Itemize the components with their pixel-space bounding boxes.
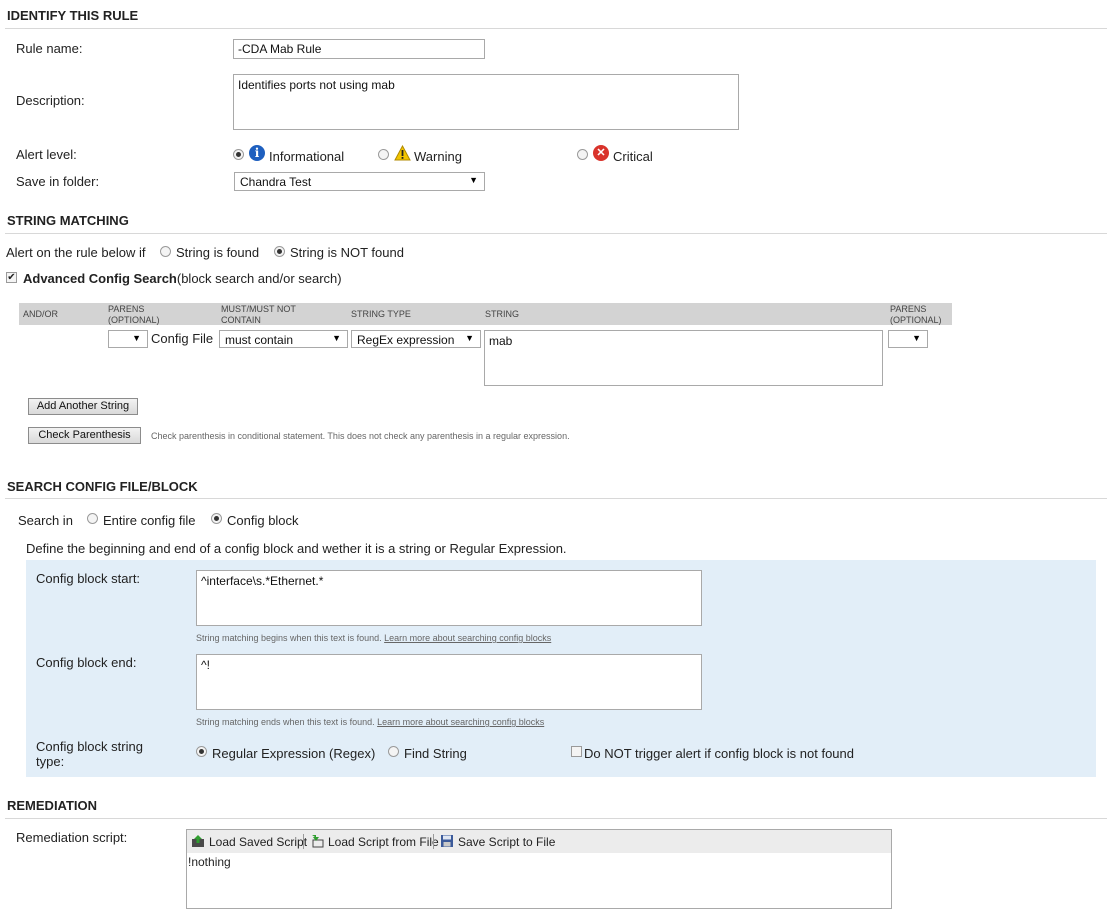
save-script-to-file-button[interactable]: Save Script to File bbox=[458, 835, 555, 849]
divider bbox=[5, 28, 1107, 29]
must-contain-select[interactable]: must contain ▼ bbox=[219, 330, 348, 348]
chevron-down-icon: ▼ bbox=[465, 333, 474, 343]
load-saved-script-button[interactable]: Load Saved Script bbox=[209, 835, 307, 849]
remediation-script-label: Remediation script: bbox=[16, 830, 128, 845]
alert-informational-label: Informational bbox=[269, 149, 345, 164]
toolbar-separator bbox=[303, 834, 304, 849]
chevron-down-icon: ▼ bbox=[332, 333, 341, 343]
alert-level-label: Alert level: bbox=[16, 147, 77, 162]
block-start-label: Config block start: bbox=[36, 571, 141, 586]
alert-warning-label: Warning bbox=[414, 149, 462, 164]
block-type-label-line1: Config block string bbox=[36, 739, 143, 754]
alert-condition-label: Alert on the rule below if bbox=[6, 245, 146, 260]
load-script-from-file-button[interactable]: Load Script from File bbox=[328, 835, 439, 849]
block-start-textarea[interactable]: ^interface\s.*Ethernet.* bbox=[196, 570, 702, 626]
rule-name-label: Rule name: bbox=[16, 41, 83, 56]
check-parenthesis-button[interactable]: Check Parenthesis bbox=[28, 427, 141, 444]
block-end-label: Config block end: bbox=[36, 655, 137, 670]
no-trigger-checkbox[interactable] bbox=[571, 746, 582, 757]
string-found-label: String is found bbox=[176, 245, 260, 260]
entire-config-radio[interactable] bbox=[87, 513, 98, 524]
block-start-hint: String matching begins when this text is… bbox=[196, 633, 552, 643]
info-icon: i bbox=[249, 145, 265, 161]
chevron-down-icon: ▼ bbox=[912, 333, 921, 343]
string-not-found-label: String is NOT found bbox=[290, 245, 404, 260]
remediation-editor: Load Saved Script Load Script from File … bbox=[186, 829, 892, 909]
find-string-label: Find String bbox=[404, 746, 467, 761]
description-label: Description: bbox=[16, 93, 85, 108]
alert-critical-radio[interactable] bbox=[577, 149, 588, 160]
alert-warning-radio[interactable] bbox=[378, 149, 389, 160]
toolbar-separator bbox=[433, 834, 434, 849]
config-block-label: Config block bbox=[227, 513, 299, 528]
add-another-string-button[interactable]: Add Another String bbox=[28, 398, 138, 415]
find-string-radio[interactable] bbox=[388, 746, 399, 757]
folder-label: Save in folder: bbox=[16, 174, 100, 189]
alert-informational-radio[interactable] bbox=[233, 149, 244, 160]
col-must: MUST/MUST NOT CONTAIN bbox=[221, 304, 296, 325]
block-end-hint: String matching ends when this text is f… bbox=[196, 717, 545, 727]
chevron-down-icon: ▼ bbox=[132, 333, 141, 343]
section-header-identify: IDENTIFY THIS RULE bbox=[7, 8, 139, 23]
string-type-value: RegEx expression bbox=[357, 333, 455, 347]
string-type-select[interactable]: RegEx expression ▼ bbox=[351, 330, 481, 348]
search-in-label: Search in bbox=[18, 513, 73, 528]
learn-more-link[interactable]: Learn more about searching config blocks bbox=[377, 717, 544, 727]
remediation-script-textarea[interactable]: !nothing bbox=[188, 855, 231, 869]
string-not-found-radio[interactable] bbox=[274, 246, 285, 257]
col-string-type: STRING TYPE bbox=[351, 309, 411, 319]
advanced-search-label: Advanced Config Search(block search and/… bbox=[23, 271, 342, 286]
string-found-radio[interactable] bbox=[160, 246, 171, 257]
check-parenthesis-note: Check parenthesis in conditional stateme… bbox=[151, 431, 570, 441]
define-block-text: Define the beginning and end of a config… bbox=[26, 541, 567, 556]
col-parens-close: PARENS (OPTIONAL) bbox=[890, 304, 942, 325]
regex-label: Regular Expression (Regex) bbox=[212, 746, 376, 761]
section-header-search-block: SEARCH CONFIG FILE/BLOCK bbox=[7, 479, 198, 494]
chevron-down-icon: ▼ bbox=[469, 175, 478, 185]
folder-select[interactable]: Chandra Test ▼ bbox=[234, 172, 485, 191]
rule-name-input[interactable]: -CDA Mab Rule bbox=[233, 39, 485, 59]
string-textarea[interactable]: mab bbox=[484, 330, 883, 386]
load-file-icon bbox=[312, 835, 324, 848]
divider bbox=[5, 498, 1107, 499]
parens-open-select[interactable]: ▼ bbox=[108, 330, 148, 348]
col-parens-open: PARENS (OPTIONAL) bbox=[108, 304, 160, 325]
alert-critical-label: Critical bbox=[613, 149, 653, 164]
must-contain-value: must contain bbox=[225, 333, 294, 347]
section-header-string-matching: STRING MATCHING bbox=[7, 213, 129, 228]
warning-icon bbox=[394, 145, 411, 161]
no-trigger-label: Do NOT trigger alert if config block is … bbox=[584, 746, 854, 761]
load-saved-icon bbox=[192, 835, 204, 847]
description-textarea[interactable]: Identifies ports not using mab bbox=[233, 74, 739, 130]
regex-radio[interactable] bbox=[196, 746, 207, 757]
config-file-label: Config File bbox=[151, 331, 214, 346]
entire-config-label: Entire config file bbox=[103, 513, 196, 528]
block-type-label-line2: type: bbox=[36, 754, 65, 769]
col-and-or: AND/OR bbox=[23, 309, 59, 319]
divider bbox=[5, 233, 1107, 234]
advanced-search-checkbox[interactable]: ✔ bbox=[6, 272, 17, 283]
save-file-icon bbox=[441, 835, 453, 847]
parens-close-select[interactable]: ▼ bbox=[888, 330, 928, 348]
config-block-radio[interactable] bbox=[211, 513, 222, 524]
section-header-remediation: REMEDIATION bbox=[7, 798, 98, 813]
learn-more-link[interactable]: Learn more about searching config blocks bbox=[384, 633, 551, 643]
folder-select-value: Chandra Test bbox=[240, 175, 312, 189]
divider bbox=[5, 818, 1107, 819]
block-end-textarea[interactable]: ^! bbox=[196, 654, 702, 710]
col-string: STRING bbox=[485, 309, 520, 319]
critical-icon: ✕ bbox=[593, 145, 609, 161]
